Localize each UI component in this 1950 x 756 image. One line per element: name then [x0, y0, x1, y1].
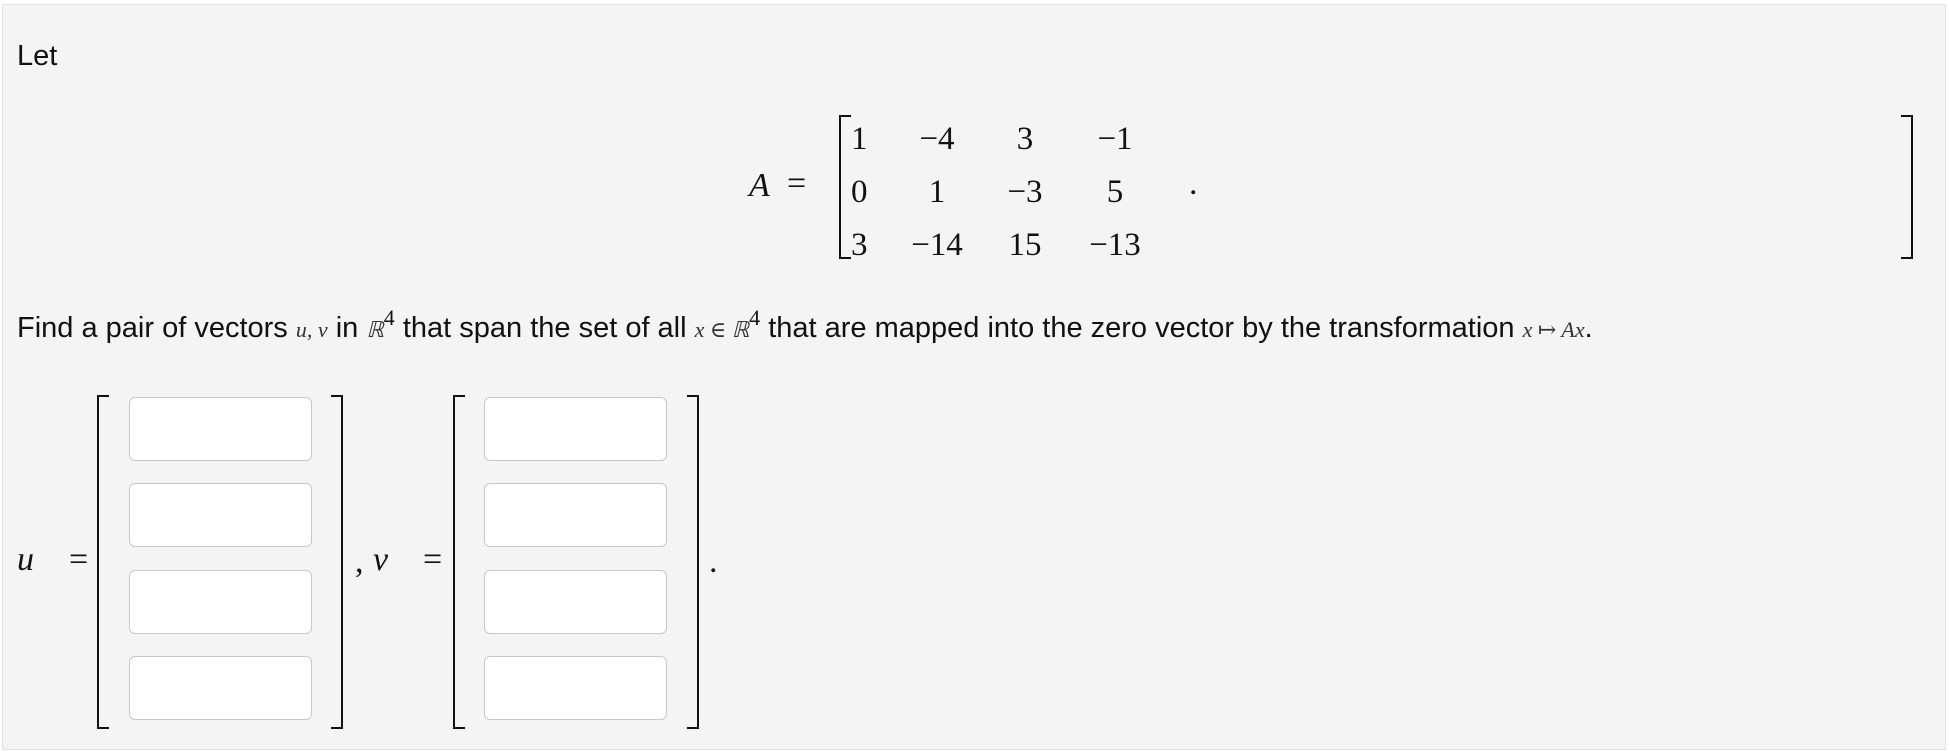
exponent: 4 — [749, 305, 761, 330]
membership-symbol: x ∈ ℝ — [694, 317, 750, 342]
v-component-1-input[interactable] — [484, 397, 667, 461]
matrix-cell: −3 — [1007, 174, 1043, 210]
intro-text: Let — [17, 40, 58, 72]
question-part-3: that span the set of all — [402, 312, 687, 344]
matrix-right-bracket — [1901, 115, 1913, 259]
question-end: . — [1584, 312, 1593, 344]
matrix-cell: 3 — [1016, 121, 1034, 157]
v-left-bracket — [453, 395, 465, 729]
u-vector-symbol: u⃗ — [17, 541, 61, 578]
u-equals-sign: = — [68, 541, 89, 578]
u-component-4-input[interactable] — [129, 656, 312, 720]
matrix-cell: −13 — [1089, 227, 1141, 263]
matrix-cell: 3 — [851, 227, 868, 263]
v-component-3-input[interactable] — [484, 570, 667, 634]
exponent: 4 — [383, 305, 395, 330]
matrix-cell: 1 — [928, 174, 946, 210]
matrix-cell: −14 — [911, 227, 963, 263]
v-component-2-input[interactable] — [484, 483, 667, 547]
matrix-name: A — [749, 167, 770, 204]
final-period: . — [709, 543, 718, 580]
vectors-symbol: u, v — [295, 317, 328, 342]
question-part-1: Find a pair of vectors — [17, 312, 288, 344]
v-component-4-input[interactable] — [484, 656, 667, 720]
question-panel: Let A = 1 −4 3 −1 0 1 −3 5 3 −14 15 −13 … — [2, 4, 1946, 750]
matrix-cell: 15 — [1008, 227, 1042, 263]
matrix-grid: 1 −4 3 −1 0 1 −3 5 3 −14 15 −13 — [847, 113, 1163, 272]
u-vector-label: u⃗ = — [17, 541, 88, 579]
vector-separator: , — [355, 543, 364, 580]
v-right-bracket — [687, 395, 699, 729]
matrix-cell: 5 — [1106, 174, 1124, 210]
u-right-bracket — [331, 395, 343, 729]
matrix-period: . — [1189, 165, 1198, 202]
matrix-cell: 0 — [851, 174, 868, 210]
question-part-2: in — [335, 312, 359, 344]
v-equals-sign: = — [423, 541, 443, 578]
real-space-symbol: ℝ — [366, 317, 384, 342]
matrix-cell: 1 — [851, 121, 868, 157]
transformation-symbol: x ↦ Ax — [1522, 317, 1585, 342]
v-vector-symbol: v⃗ — [373, 541, 415, 578]
question-text: Find a pair of vectors u, v in ℝ4 that s… — [17, 301, 1593, 347]
matrix-cell: −4 — [919, 121, 955, 157]
v-vector-label: v⃗ = — [373, 541, 442, 579]
u-component-3-input[interactable] — [129, 570, 312, 634]
matrix-equals-sign: = — [787, 165, 807, 202]
u-component-1-input[interactable] — [129, 397, 312, 461]
question-part-4: that are mapped into the zero vector by … — [768, 312, 1515, 344]
u-left-bracket — [97, 395, 109, 729]
matrix-cell: −1 — [1097, 121, 1133, 157]
u-component-2-input[interactable] — [129, 483, 312, 547]
